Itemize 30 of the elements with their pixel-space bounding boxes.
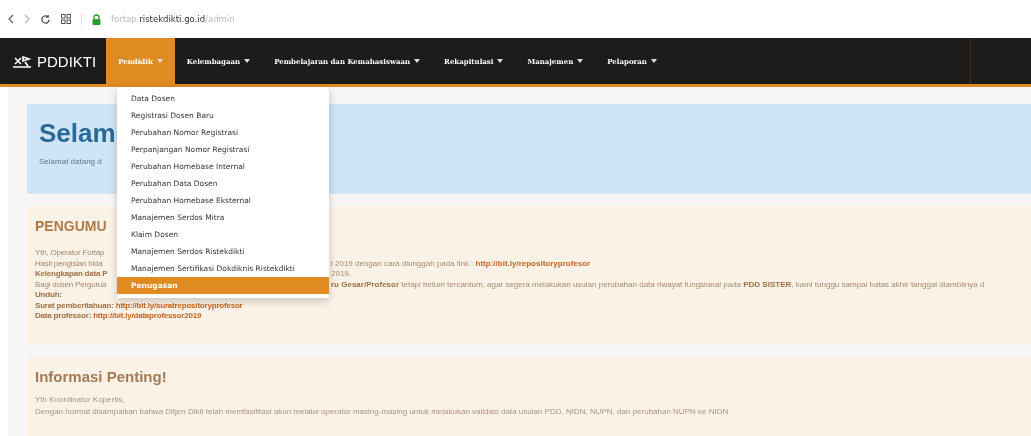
announcement-text: Yth, Operator Fortap xyxy=(35,248,105,258)
caret-icon xyxy=(414,59,421,63)
info-title: Informasi Penting! xyxy=(35,368,167,385)
announcement-text: Bagi dosen Pergurua xyxy=(35,279,107,289)
brand-name: PDDIKTI xyxy=(37,52,97,70)
brand-logo[interactable]: PDDIKTI xyxy=(0,38,107,84)
apps-grid-icon[interactable] xyxy=(61,14,71,24)
caret-icon xyxy=(497,59,504,63)
announcement-text: Unduh: xyxy=(35,290,62,300)
announcement-text: Data professor: http://bit.ly/dataprofessor2019 xyxy=(35,311,202,321)
caret-icon xyxy=(156,59,163,63)
welcome-subtitle: Selamat datang d xyxy=(39,157,102,166)
announcement-text: Surat pemberitahuan: http://bit.ly/suratrepositoryprofesor xyxy=(35,300,243,310)
logo-icon xyxy=(12,54,32,68)
reload-icon[interactable] xyxy=(40,13,51,25)
caret-icon xyxy=(577,59,584,63)
info-text: Yth Koordinator Kopertis, xyxy=(35,395,125,404)
announcement-text: Hasil pengisian bida xyxy=(35,258,103,268)
info-text: Dengan hormat disampaikan bahwa Ditjen Dikti telah memfasilitasi akun melalui operator masing-masing untuk melakukan validasi data usulan PDD, NIDN, NUPN, dan perubahan NUPN ke NIDN. xyxy=(35,407,731,416)
back-icon[interactable] xyxy=(8,14,14,24)
announcement-text: 2019. xyxy=(331,269,353,279)
lock-icon xyxy=(92,13,101,25)
announcement-text: Kelengkapan data P xyxy=(35,269,108,279)
announcement-text: ru Gesar/Profesor tetapi belum tercantum, agar segera melakukan usulan perubahan data riwayat fungsional pada PDD SISTER, kami tunggu sampai batas akhir tanggal diambilnya d xyxy=(331,279,986,289)
caret-icon xyxy=(244,59,251,63)
welcome-title: Selam xyxy=(39,118,116,149)
announcement-text: l 2019 dengan cara diunggah pada link : http://bit.ly/repositoryprofesor xyxy=(331,258,592,268)
address-bar[interactable]: fortap.ristekdikti.go.id/admin xyxy=(111,14,235,24)
announcement-title: PENGUMU xyxy=(35,218,107,234)
caret-icon xyxy=(650,59,657,63)
